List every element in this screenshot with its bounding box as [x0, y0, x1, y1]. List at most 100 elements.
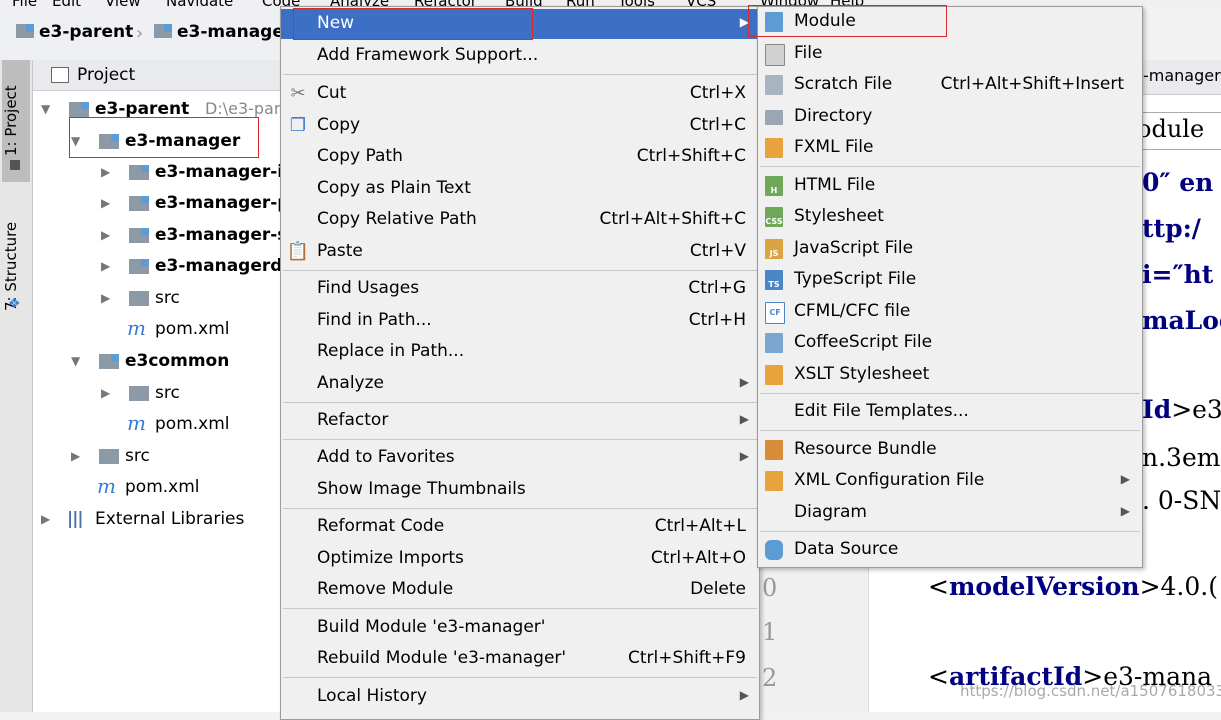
menu-item-build-module[interactable]: Build Module 'e3-manager': [281, 613, 759, 643]
highlight-box-e3-manager: [69, 117, 259, 158]
project-tab-icon: [10, 160, 20, 170]
code-line-modelversion: <modelVersion>4.0.(: [928, 572, 1218, 601]
submenu-arrow-icon: ▶: [739, 375, 749, 389]
expand-arrow-icon[interactable]: ▶: [101, 283, 110, 313]
submenu-arrow-icon: ▶: [1120, 472, 1130, 486]
menu-item-remove-module[interactable]: Remove Module Delete: [281, 575, 759, 605]
submenu-item-stylesheet[interactable]: CSS Stylesheet: [758, 202, 1142, 232]
tree-item-e3-manager-i[interactable]: ▶ e3-manager-i: [33, 157, 283, 187]
menu-item-copy-path[interactable]: Copy Path Ctrl+Shift+C: [281, 142, 759, 172]
expand-arrow-icon[interactable]: ▶: [101, 220, 110, 250]
tree-item-common-src[interactable]: ▶ src: [33, 378, 283, 408]
expand-arrow-icon[interactable]: ▶: [101, 378, 110, 408]
submenu-item-data-source[interactable]: Data Source: [758, 535, 1142, 565]
menu-item-reformat-code[interactable]: Reformat Code Ctrl+Alt+L: [281, 512, 759, 542]
submenu-item-file[interactable]: File: [758, 39, 1142, 69]
tree-item-pom[interactable]: m pom.xml: [33, 314, 283, 344]
maven-icon: m: [127, 316, 146, 340]
expand-arrow-icon[interactable]: ▶: [101, 157, 110, 187]
menu-item-replace-in-path[interactable]: Replace in Path...: [281, 337, 759, 367]
tree-item-e3-manager-p[interactable]: ▶ e3-manager-p: [33, 188, 289, 218]
menu-separator: [283, 402, 757, 403]
cfml-file-icon: CF: [765, 302, 785, 324]
menu-separator: [283, 608, 757, 609]
submenu-item-typescript-file[interactable]: TS TypeScript File: [758, 265, 1142, 295]
tree-item-root-src[interactable]: ▶ src: [33, 441, 283, 471]
submenu-item-html-file[interactable]: H HTML File: [758, 171, 1142, 201]
code-line: n.3em: [1142, 443, 1221, 472]
project-panel: Project ▼ e3-parent D:\e3-par ▼ e3-manag…: [33, 60, 294, 712]
expand-arrow-icon[interactable]: ▼: [41, 94, 50, 124]
breadcrumb-root[interactable]: e3-parent: [16, 22, 133, 42]
code-line: Id>e3-: [1142, 395, 1221, 424]
tree-item-e3common[interactable]: ▼ e3common: [33, 346, 283, 376]
code-line: ttp:/: [1142, 214, 1201, 243]
submenu-item-javascript-file[interactable]: JS JavaScript File: [758, 234, 1142, 264]
project-panel-header: Project: [33, 60, 283, 91]
submenu-item-xml-configuration-file[interactable]: XML Configuration File ▶: [758, 466, 1142, 496]
tab-structure[interactable]: 7: Structure: [2, 200, 30, 332]
menu-item-copy[interactable]: ❐ Copy Ctrl+C: [281, 111, 759, 141]
menu-item-cut[interactable]: ✂ Cut Ctrl+X: [281, 79, 759, 109]
tree-item-e3-managerda[interactable]: ▶ e3-managerda: [33, 251, 294, 281]
menu-item-optimize-imports[interactable]: Optimize Imports Ctrl+Alt+O: [281, 544, 759, 574]
menu-item-copy-plain-text[interactable]: Copy as Plain Text: [281, 174, 759, 204]
menu-separator: [760, 531, 1140, 532]
tree-item-root-pom[interactable]: m pom.xml: [33, 472, 283, 502]
menu-separator: [760, 393, 1140, 394]
css-file-icon: CSS: [765, 207, 783, 227]
module-folder-icon: [69, 102, 89, 117]
clipboard-icon: 📋: [286, 241, 310, 262]
menu-item-paste[interactable]: 📋 Paste Ctrl+V: [281, 237, 759, 267]
menu-item-analyze[interactable]: Analyze ▶: [281, 369, 759, 399]
submenu-item-directory[interactable]: Directory: [758, 102, 1142, 132]
expand-arrow-icon[interactable]: ▶: [101, 251, 110, 281]
submenu-item-scratch-file[interactable]: Scratch File Ctrl+Alt+Shift+Insert: [758, 70, 1142, 100]
module-folder-icon: [129, 196, 149, 211]
code-line: maLoca: [1142, 306, 1221, 335]
folder-icon: [765, 110, 783, 125]
submenu-item-diagram[interactable]: Diagram ▶: [758, 498, 1142, 528]
tree-item-src[interactable]: ▶ src: [33, 283, 283, 313]
ts-file-icon: TS: [765, 270, 783, 290]
menu-item-show-image-thumbnails[interactable]: Show Image Thumbnails: [281, 475, 759, 505]
fxml-file-icon: [765, 138, 783, 158]
menu-item-add-framework-support[interactable]: Add Framework Support...: [281, 41, 759, 71]
menu-item-copy-relative-path[interactable]: Copy Relative Path Ctrl+Alt+Shift+C: [281, 205, 759, 235]
editor-gutter: 0 1 2: [758, 566, 869, 712]
expand-arrow-icon[interactable]: ▶: [101, 188, 110, 218]
menu-item-refactor[interactable]: Refactor ▶: [281, 406, 759, 436]
menu-item-local-history[interactable]: Local History ▶: [281, 682, 759, 712]
scissors-icon: ✂: [290, 83, 306, 104]
tree-item-e3-manager-s[interactable]: ▶ e3-manager-s: [33, 220, 287, 250]
maven-icon: m: [127, 411, 146, 435]
html-file-icon: H: [765, 176, 783, 196]
submenu-item-edit-file-templates[interactable]: Edit File Templates...: [758, 397, 1142, 427]
menu-separator: [283, 270, 757, 271]
tree-item-common-pom[interactable]: m pom.xml: [33, 409, 283, 439]
submenu-item-fxml-file[interactable]: FXML File: [758, 133, 1142, 163]
menu-separator: [283, 508, 757, 509]
editor-tab-pom[interactable]: -manager: [1143, 66, 1221, 85]
expand-arrow-icon[interactable]: ▶: [71, 441, 80, 471]
menu-item-rebuild-module[interactable]: Rebuild Module 'e3-manager' Ctrl+Shift+F…: [281, 644, 759, 674]
submenu-item-coffeescript-file[interactable]: CoffeeScript File: [758, 328, 1142, 358]
submenu-item-cfml-file[interactable]: CF CFML/CFC file: [758, 297, 1142, 327]
menu-separator: [760, 166, 1140, 167]
breadcrumb-child[interactable]: e3-manage: [154, 22, 284, 42]
submenu-arrow-icon: ▶: [739, 449, 749, 463]
menu-item-find-usages[interactable]: Find Usages Ctrl+G: [281, 274, 759, 304]
library-icon: |||: [67, 509, 84, 529]
coffeescript-file-icon: [765, 333, 783, 353]
menu-separator: [283, 439, 757, 440]
menu-item-add-to-favorites[interactable]: Add to Favorites ▶: [281, 443, 759, 473]
menu-item-find-in-path[interactable]: Find in Path... Ctrl+H: [281, 306, 759, 336]
tree-item-external-libraries[interactable]: ▶ ||| External Libraries: [33, 504, 283, 534]
context-menu: New ▶ Add Framework Support... ✂ Cut Ctr…: [280, 6, 760, 720]
menu-separator: [283, 677, 757, 678]
xml-file-icon: [765, 471, 783, 491]
submenu-item-resource-bundle[interactable]: Resource Bundle: [758, 435, 1142, 465]
expand-arrow-icon[interactable]: ▼: [71, 346, 80, 376]
submenu-item-xslt-stylesheet[interactable]: XSLT Stylesheet: [758, 360, 1142, 390]
expand-arrow-icon[interactable]: ▶: [41, 504, 50, 534]
